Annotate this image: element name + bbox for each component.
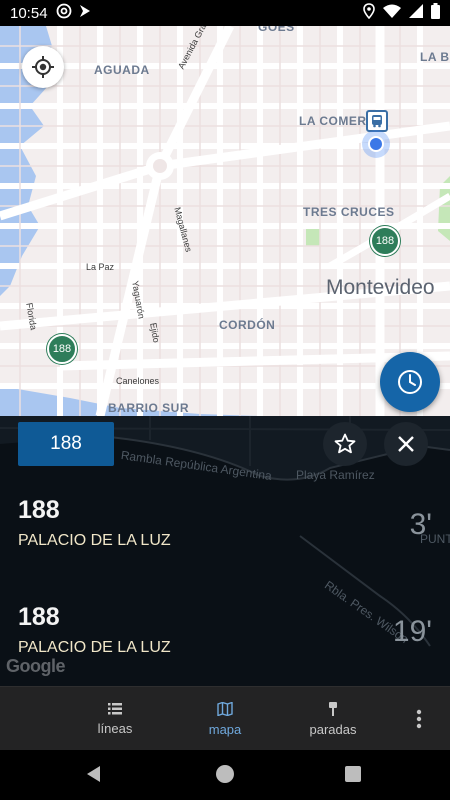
crosshair-icon xyxy=(32,56,54,78)
map-label-montevideo: Montevideo xyxy=(326,276,435,299)
street-label-la-paz: La Paz xyxy=(86,262,115,272)
list-icon xyxy=(108,702,122,714)
map-label-goes: GOES xyxy=(258,26,295,34)
status-time: 10:54 xyxy=(10,4,48,22)
map-label-aguada: AGUADA xyxy=(94,63,150,77)
map-label-barrio-sur: BARRIO SUR xyxy=(108,401,190,415)
map-label-tres-cruces: TRES CRUCES xyxy=(303,205,395,219)
home-icon[interactable] xyxy=(216,765,234,783)
selected-line-chip[interactable]: 188 xyxy=(18,422,114,466)
bus-marker[interactable]: 188 xyxy=(370,226,400,256)
bottom-navigation: líneas mapa paradas xyxy=(0,686,450,750)
street-label-canelones: Canelones xyxy=(116,376,160,386)
recents-icon[interactable] xyxy=(345,766,361,782)
map-view[interactable]: AGUADA GOES LA BL LA COMERC TRES CRUCES … xyxy=(0,26,450,416)
bus-icon xyxy=(372,115,382,128)
overflow-menu-button[interactable] xyxy=(406,703,432,735)
arrival-eta: 3' xyxy=(409,508,432,541)
arrival-line-number: 188 xyxy=(18,603,60,631)
star-icon xyxy=(334,433,356,454)
map-label-playa-ramirez: Playa Ramírez xyxy=(296,468,375,482)
flag-icon xyxy=(78,4,92,22)
wifi-icon xyxy=(383,4,401,22)
nav-item-mapa[interactable]: mapa xyxy=(170,687,280,751)
map-label-cordon: CORDÓN xyxy=(219,318,276,332)
arrivals-panel: Rambla República Argentina Playa Ramírez… xyxy=(0,416,450,686)
close-button[interactable] xyxy=(384,422,428,466)
clock-icon xyxy=(398,370,422,394)
nav-label-lineas: líneas xyxy=(97,720,133,736)
location-icon xyxy=(363,3,375,23)
nav-label-mapa: mapa xyxy=(208,721,242,737)
nav-item-lineas[interactable]: líneas xyxy=(60,687,170,751)
nav-item-paradas[interactable]: paradas xyxy=(278,687,388,751)
status-bar: 10:54 xyxy=(0,0,450,26)
selected-line-label: 188 xyxy=(50,433,82,454)
bus-marker-label: 188 xyxy=(52,343,72,355)
map-label-la-comercial: LA COMERC xyxy=(299,114,376,128)
google-attribution: Google xyxy=(6,656,66,676)
arrival-destination: PALACIO DE LA LUZ xyxy=(18,639,171,656)
arrival-row[interactable]: 188 PALACIO DE LA LUZ 3' xyxy=(18,496,438,566)
user-location-dot xyxy=(362,130,390,158)
at-sign-icon xyxy=(56,3,72,23)
signal-icon xyxy=(409,4,423,22)
close-icon xyxy=(398,436,414,452)
map-label-la-blanqueada: LA BL xyxy=(420,50,450,64)
bus-marker-label: 188 xyxy=(375,235,395,247)
arrival-destination: PALACIO DE LA LUZ xyxy=(18,532,171,549)
nav-label-paradas: paradas xyxy=(309,721,357,737)
bus-marker[interactable]: 188 xyxy=(47,334,77,364)
battery-icon xyxy=(431,3,440,23)
favorite-button[interactable] xyxy=(323,422,367,466)
map-icon xyxy=(217,701,233,716)
schedule-button[interactable] xyxy=(380,352,440,412)
system-navigation-bar xyxy=(0,750,450,800)
bus-stop-marker[interactable] xyxy=(366,110,388,132)
arrival-row[interactable]: 188 PALACIO DE LA LUZ 19' xyxy=(18,603,438,673)
my-location-button[interactable] xyxy=(22,46,64,88)
arrival-eta: 19' xyxy=(392,615,432,648)
more-vert-icon xyxy=(416,709,422,729)
back-icon[interactable] xyxy=(84,764,104,784)
bus-stop-icon xyxy=(329,701,337,716)
arrival-line-number: 188 xyxy=(18,496,60,524)
